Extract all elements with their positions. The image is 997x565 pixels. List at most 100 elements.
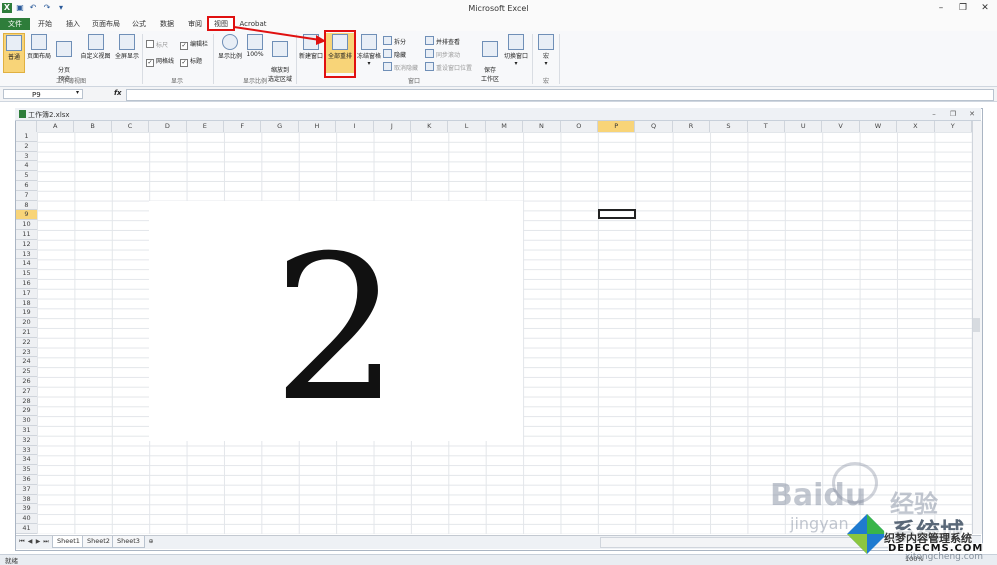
row-header-24[interactable]: 24	[16, 357, 37, 368]
column-header-h[interactable]: H	[299, 121, 337, 132]
first-sheet-icon[interactable]: ⏮	[18, 537, 26, 546]
row-header-8[interactable]: 8	[16, 200, 37, 211]
row-header-31[interactable]: 31	[16, 426, 37, 436]
hide-button[interactable]: 隐藏	[383, 49, 406, 59]
row-header-25[interactable]: 25	[16, 367, 37, 377]
row-header-27[interactable]: 27	[16, 386, 37, 397]
column-header-d[interactable]: D	[149, 121, 187, 132]
column-header-c[interactable]: C	[112, 121, 150, 132]
row-header-17[interactable]: 17	[16, 288, 37, 299]
freeze-panes-button[interactable]: 冻结窗格 ▾	[356, 33, 382, 73]
unhide-button[interactable]: 取消隐藏	[383, 62, 418, 72]
macros-button[interactable]: 宏 ▾	[536, 33, 556, 73]
formula-bar-checkbox[interactable]: ✓ 编辑栏	[180, 40, 208, 50]
row-header-6[interactable]: 6	[16, 181, 37, 191]
column-header-w[interactable]: W	[860, 121, 898, 132]
row-header-28[interactable]: 28	[16, 396, 37, 407]
active-cell-p9[interactable]	[598, 209, 636, 219]
row-header-35[interactable]: 35	[16, 465, 37, 475]
row-header-18[interactable]: 18	[16, 298, 37, 309]
column-header-n[interactable]: N	[523, 121, 561, 132]
custom-views-button[interactable]: 自定义视图	[79, 33, 112, 73]
row-header-22[interactable]: 22	[16, 337, 37, 348]
column-header-r[interactable]: R	[673, 121, 711, 132]
insert-sheet-icon[interactable]: ⊕	[146, 537, 156, 546]
page-layout-view-button[interactable]: 页面布局	[26, 33, 52, 73]
column-header-b[interactable]: B	[74, 121, 112, 132]
full-screen-button[interactable]: 全屏显示	[113, 33, 141, 73]
column-header-y[interactable]: Y	[935, 121, 972, 132]
side-by-side-button[interactable]: 并排查看	[425, 36, 460, 46]
column-header-u[interactable]: U	[785, 121, 823, 132]
ruler-checkbox[interactable]: 标尺	[146, 40, 168, 50]
workbook-minimize-button[interactable]: –	[929, 110, 939, 119]
row-header-41[interactable]: 41	[16, 524, 37, 534]
split-button[interactable]: 拆分	[383, 36, 406, 46]
column-header-k[interactable]: K	[411, 121, 449, 132]
row-header-4[interactable]: 4	[16, 161, 37, 172]
row-header-39[interactable]: 39	[16, 504, 37, 515]
row-header-30[interactable]: 30	[16, 416, 37, 426]
row-header-19[interactable]: 19	[16, 308, 37, 319]
sheet-tab-sheet2[interactable]: Sheet2	[82, 536, 115, 548]
tab-file[interactable]: 文件	[0, 18, 30, 30]
reset-position-button[interactable]: 重设窗口位置	[425, 62, 472, 72]
row-header-21[interactable]: 21	[16, 328, 37, 338]
close-button[interactable]: ✕	[977, 2, 993, 14]
restore-button[interactable]: ❐	[955, 2, 971, 14]
name-box-dropdown-icon[interactable]: ▾	[76, 89, 79, 96]
row-header-38[interactable]: 38	[16, 494, 37, 505]
row-header-33[interactable]: 33	[16, 445, 37, 456]
column-header-t[interactable]: T	[748, 121, 785, 132]
row-header-7[interactable]: 7	[16, 190, 37, 201]
page-break-preview-button[interactable]: 分页 预览	[53, 33, 75, 83]
row-header-32[interactable]: 32	[16, 435, 37, 446]
column-header-e[interactable]: E	[187, 121, 224, 132]
column-header-m[interactable]: M	[486, 121, 524, 132]
column-header-f[interactable]: F	[224, 121, 262, 132]
column-header-q[interactable]: Q	[635, 121, 673, 132]
row-header-16[interactable]: 16	[16, 279, 37, 289]
row-header-9[interactable]: 9	[16, 210, 37, 221]
next-sheet-icon[interactable]: ▶	[34, 537, 42, 546]
row-header-14[interactable]: 14	[16, 259, 37, 270]
sync-scroll-button[interactable]: 同步滚动	[425, 49, 460, 59]
row-header-11[interactable]: 11	[16, 230, 37, 240]
row-header-34[interactable]: 34	[16, 455, 37, 466]
column-header-s[interactable]: S	[710, 121, 748, 132]
column-header-g[interactable]: G	[261, 121, 299, 132]
row-header-36[interactable]: 36	[16, 475, 37, 485]
row-header-2[interactable]: 2	[16, 141, 37, 152]
row-header-26[interactable]: 26	[16, 377, 37, 387]
row-header-1[interactable]: 1	[16, 132, 37, 142]
sheet-tab-sheet3[interactable]: Sheet3	[112, 536, 145, 548]
row-header-20[interactable]: 20	[16, 318, 37, 328]
tab-review[interactable]: 审阅	[184, 18, 206, 30]
vertical-scroll-thumb[interactable]	[973, 318, 980, 332]
column-header-v[interactable]: V	[822, 121, 860, 132]
normal-view-button[interactable]: 普通	[3, 33, 25, 73]
name-box[interactable]: P9	[3, 89, 83, 99]
sheet-tab-sheet1[interactable]: Sheet1	[52, 536, 85, 548]
tab-data[interactable]: 数据	[156, 18, 178, 30]
tab-home[interactable]: 开始	[34, 18, 56, 30]
column-header-p[interactable]: P	[598, 121, 636, 132]
tab-formulas[interactable]: 公式	[128, 18, 150, 30]
insert-function-icon[interactable]: fx	[114, 89, 124, 97]
column-header-j[interactable]: J	[374, 121, 411, 132]
prev-sheet-icon[interactable]: ◀	[26, 537, 34, 546]
save-workspace-button[interactable]: 保存 工作区	[479, 33, 501, 83]
gridlines-checkbox[interactable]: ✓ 网格线	[146, 57, 174, 67]
last-sheet-icon[interactable]: ⏭	[42, 537, 50, 546]
workbook-restore-button[interactable]: ❐	[948, 110, 958, 119]
workbook-close-button[interactable]: ✕	[967, 110, 977, 119]
column-header-a[interactable]: A	[37, 121, 75, 132]
formula-input[interactable]	[126, 89, 994, 101]
row-header-3[interactable]: 3	[16, 151, 37, 162]
row-header-13[interactable]: 13	[16, 249, 37, 260]
row-header-23[interactable]: 23	[16, 347, 37, 358]
row-header-15[interactable]: 15	[16, 269, 37, 279]
column-header-i[interactable]: I	[336, 121, 374, 132]
row-header-5[interactable]: 5	[16, 171, 37, 181]
column-header-x[interactable]: X	[897, 121, 935, 132]
